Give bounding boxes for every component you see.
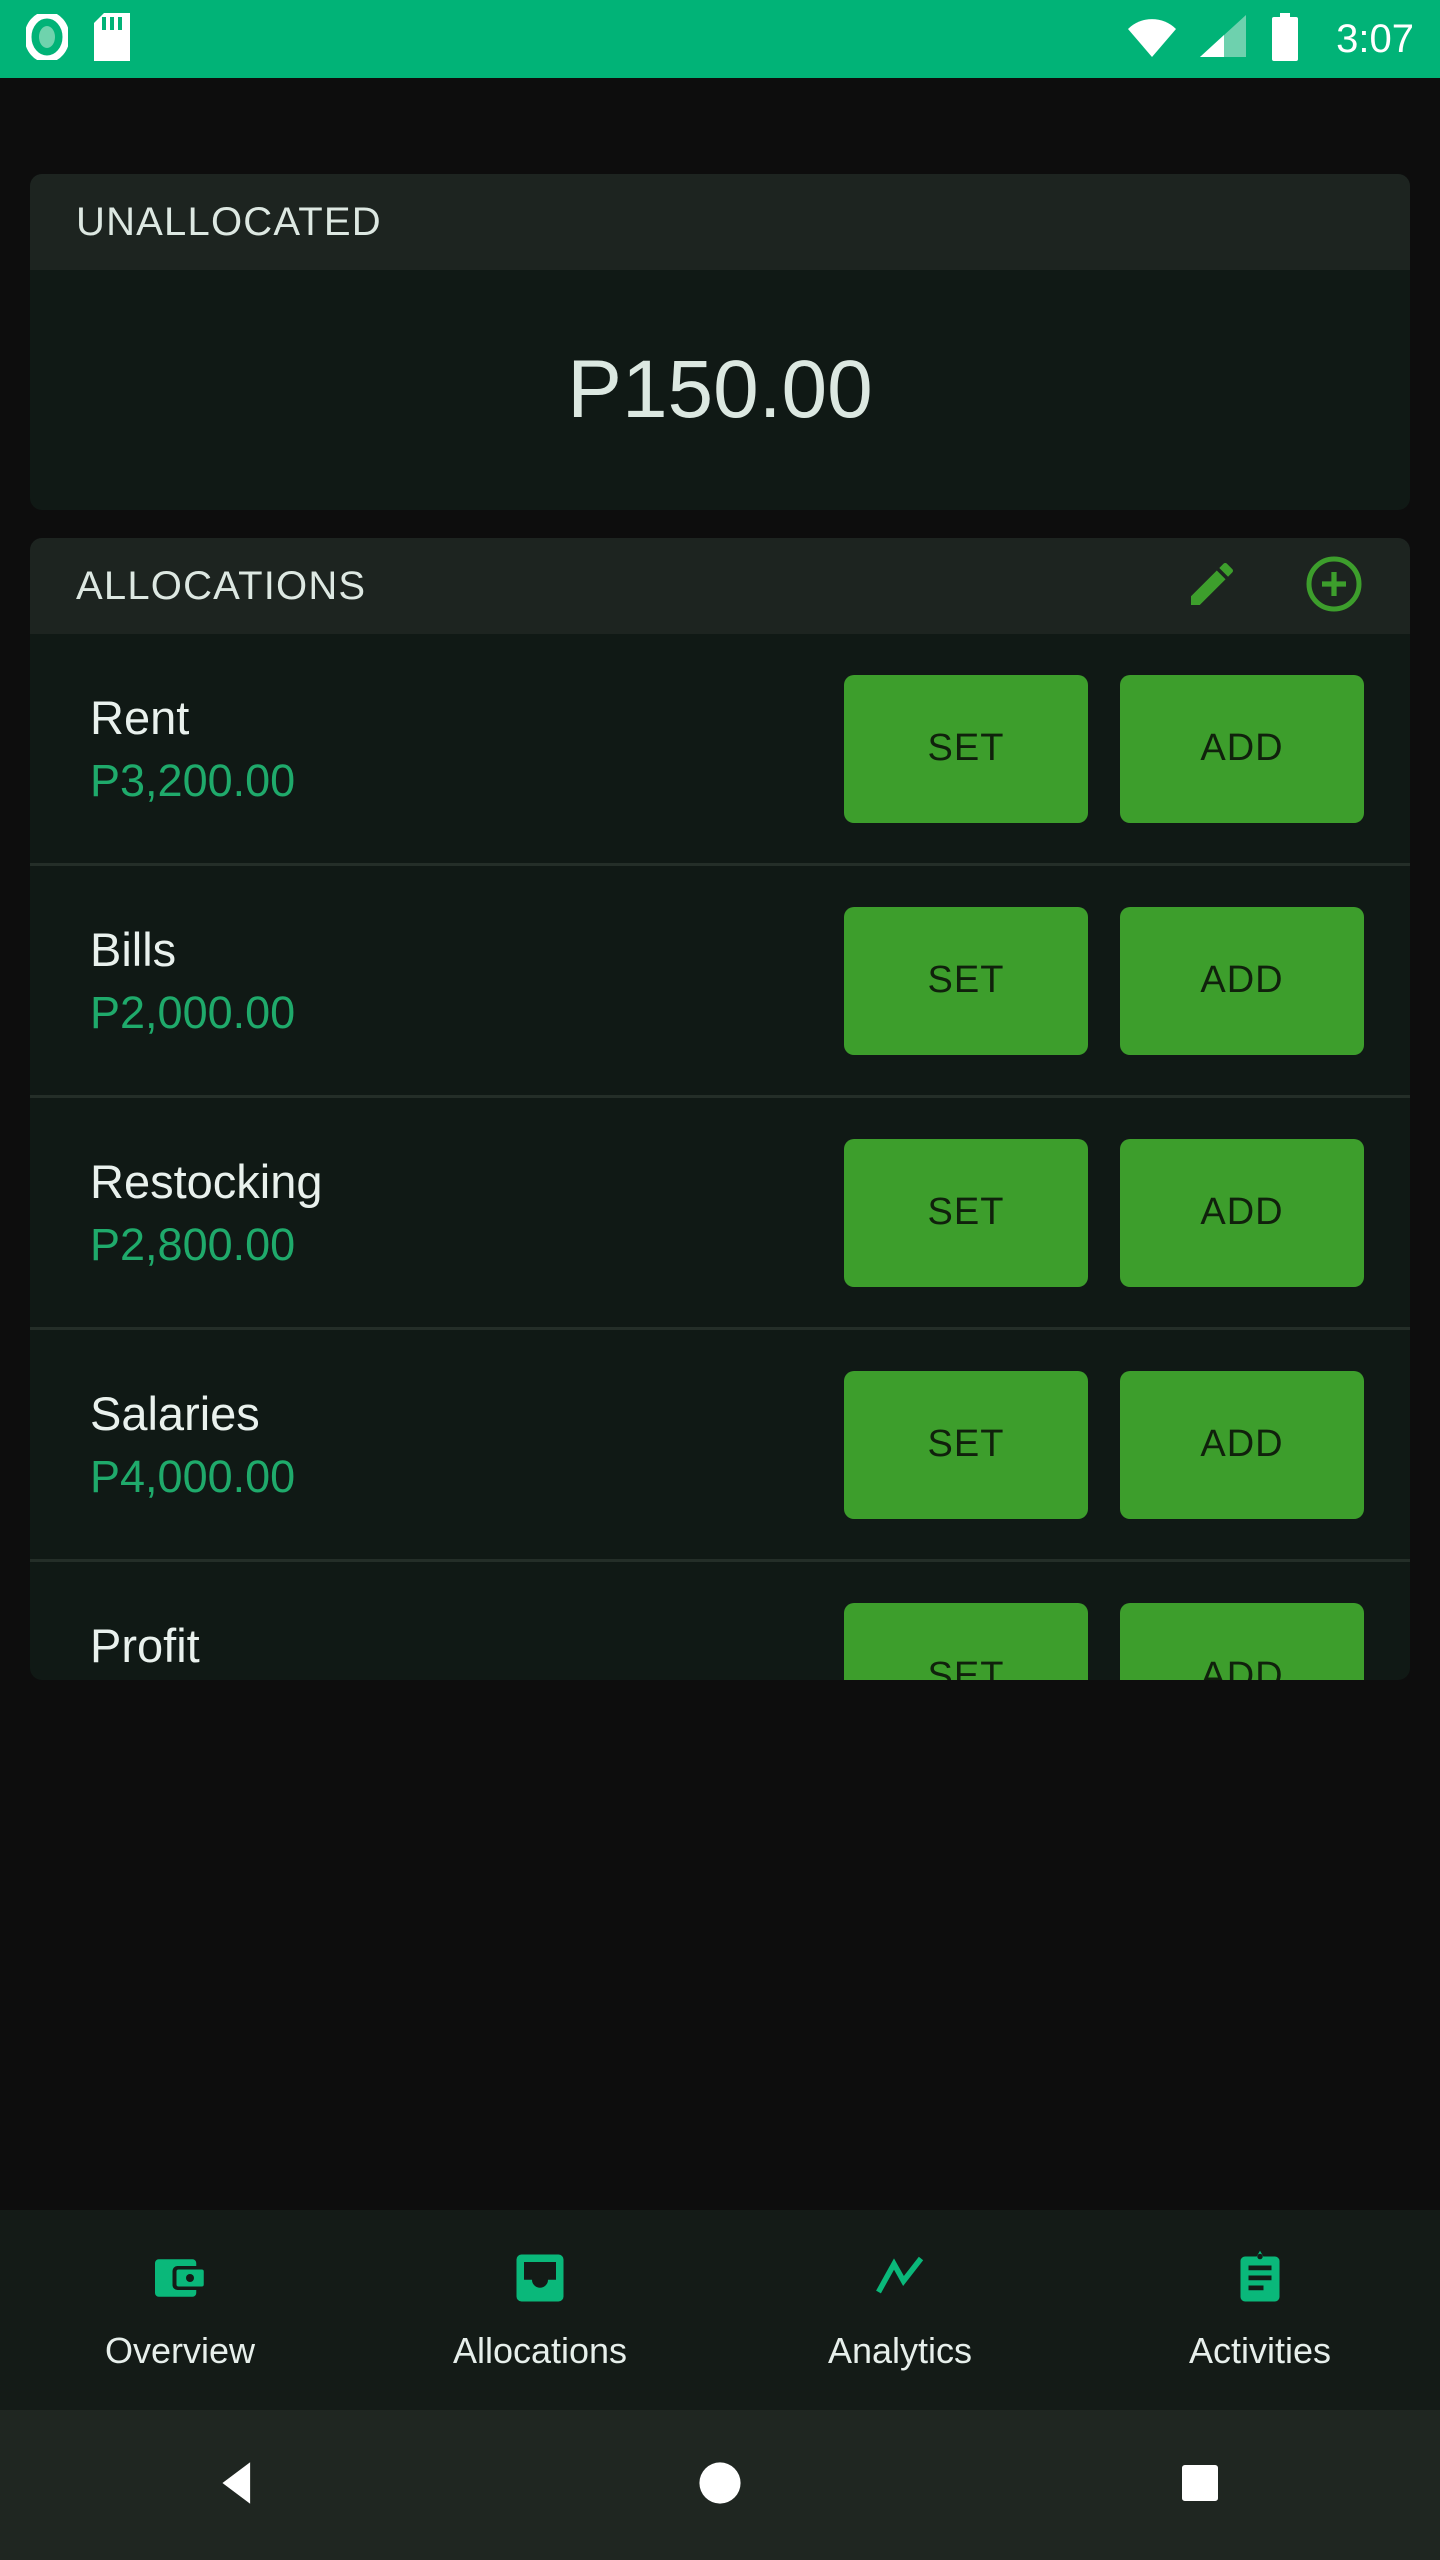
sd-card-icon [94,12,130,66]
recents-square-icon [1176,2459,1224,2512]
list-item[interactable]: Profit P850.00 SET ADD [30,1562,1410,1680]
unallocated-card-header: UNALLOCATED [30,174,1410,270]
list-item[interactable]: Salaries P4,000.00 SET ADD [30,1330,1410,1562]
plus-circle-icon[interactable] [1304,554,1364,619]
allocations-list: Rent P3,200.00 SET ADD Bills P2,000.00 S… [30,634,1410,1680]
allocations-title: ALLOCATIONS [76,563,367,608]
nav-label-allocations: Allocations [452,2330,628,2371]
cellular-signal-icon [1200,14,1248,64]
android-system-nav-bar [0,2410,1440,2560]
allocation-amount: P2,000.00 [90,986,296,1038]
add-button[interactable]: ADD [1120,674,1364,823]
allocation-texts: Bills P2,000.00 [90,925,295,1036]
nav-label-overview: Overview [104,2330,256,2371]
allocation-actions: SET ADD [844,906,1364,1055]
list-item[interactable]: Bills P2,000.00 SET ADD [30,866,1410,1098]
allocation-actions: SET ADD [844,674,1364,823]
allocations-card: ALLOCATIONS Rent P3,200.00 SET ADD Bills… [30,538,1410,1680]
set-button[interactable]: SET [844,1370,1088,1519]
status-bar-clock: 3:07 [1336,16,1414,61]
nav-item-overview[interactable]: Overview [0,2210,360,2410]
allocation-actions: SET ADD [844,1370,1364,1519]
set-button[interactable]: SET [844,1138,1088,1287]
back-triangle-icon [213,2456,267,2515]
list-item[interactable]: Rent P3,200.00 SET ADD [30,634,1410,866]
set-button[interactable]: SET [844,906,1088,1055]
record-icon [24,11,70,65]
list-item[interactable]: Restocking P2,800.00 SET ADD [30,1098,1410,1330]
allocation-texts: Salaries P4,000.00 [90,1389,295,1500]
unallocated-card-body: P150.00 [30,270,1410,510]
unallocated-amount: P150.00 [567,344,873,435]
allocation-name: Salaries [90,1387,260,1441]
allocation-amount: P3,200.00 [90,754,296,806]
add-button[interactable]: ADD [1120,1138,1364,1287]
home-circle-icon [694,2457,746,2514]
app-screen: UNALLOCATED P150.00 ALLOCATIONS Rent P3,… [0,78,1440,2560]
allocation-texts: Rent P3,200.00 [90,693,295,804]
status-bar-right-icons: 3:07 [1126,12,1414,66]
nav-label-analytics: Analytics [827,2330,973,2371]
allocations-header-actions [1184,554,1364,619]
unallocated-title: UNALLOCATED [76,199,382,244]
allocation-name: Rent [90,691,190,745]
set-button[interactable]: SET [844,1602,1088,1680]
back-button[interactable] [175,2410,305,2560]
allocation-actions: SET ADD [844,1602,1364,1680]
bottom-navigation-bar: Overview Allocations Analytics Activitie… [0,2210,1440,2410]
add-button[interactable]: ADD [1120,906,1364,1055]
status-bar: 3:07 [0,0,1440,78]
add-button[interactable]: ADD [1120,1602,1364,1680]
allocation-texts: Restocking P2,800.00 [90,1157,323,1268]
unallocated-card: UNALLOCATED P150.00 [30,174,1410,510]
allocation-name: Profit [90,1619,200,1673]
set-button[interactable]: SET [844,674,1088,823]
wallet-icon [150,2248,210,2308]
nav-label-activities: Activities [1188,2330,1332,2371]
allocation-name: Bills [90,923,177,977]
nav-item-allocations[interactable]: Allocations [360,2210,720,2410]
allocation-amount: P2,800.00 [90,1218,296,1270]
wifi-icon [1126,15,1178,64]
allocation-texts: Profit P850.00 [90,1621,258,1680]
add-button[interactable]: ADD [1120,1370,1364,1519]
battery-icon [1270,12,1300,66]
inbox-tray-icon [510,2248,570,2308]
nav-item-analytics[interactable]: Analytics [720,2210,1080,2410]
status-bar-left-icons [24,11,130,66]
allocation-actions: SET ADD [844,1138,1364,1287]
allocation-amount: P4,000.00 [90,1450,296,1502]
clipboard-icon [1230,2248,1290,2308]
allocations-card-header: ALLOCATIONS [30,538,1410,634]
pencil-icon[interactable] [1184,556,1240,617]
nav-item-activities[interactable]: Activities [1080,2210,1440,2410]
home-button[interactable] [655,2410,785,2560]
line-chart-icon [870,2248,930,2308]
allocation-name: Restocking [90,1155,323,1209]
recents-button[interactable] [1135,2410,1265,2560]
